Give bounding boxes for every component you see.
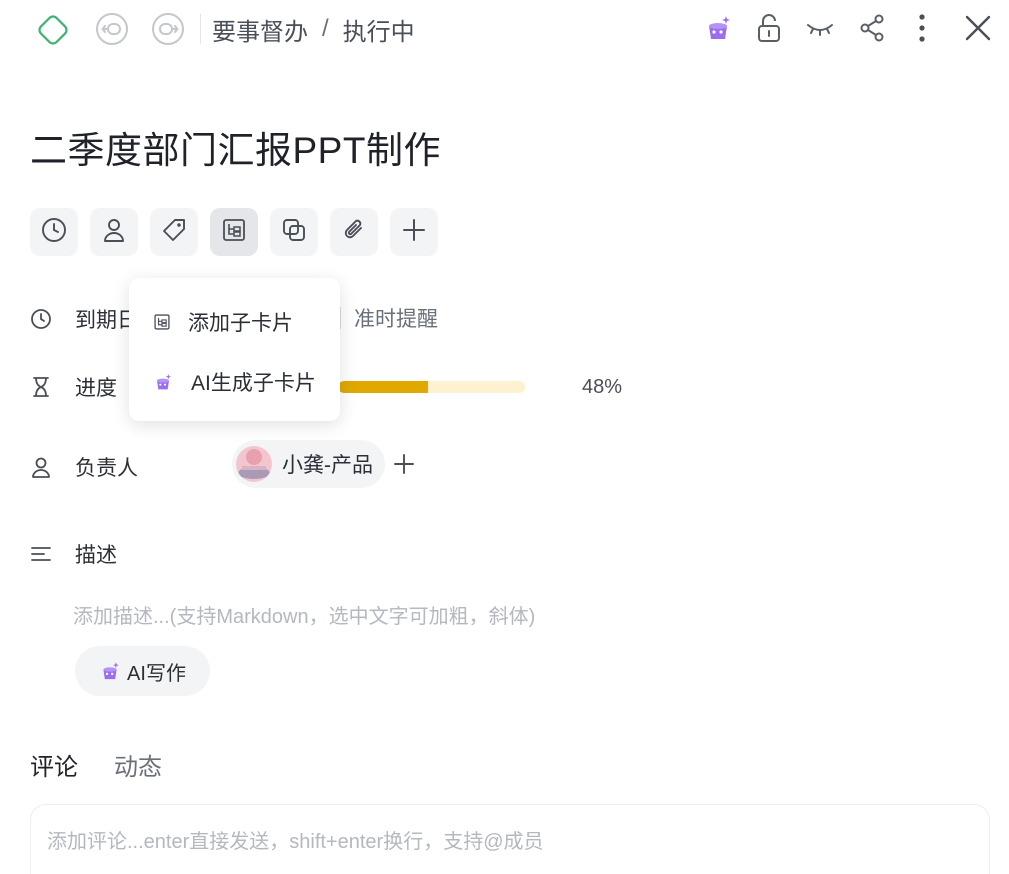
assignee-label: 负责人 <box>75 457 138 480</box>
unlock-icon[interactable] <box>755 12 783 44</box>
remind-divider <box>340 307 341 329</box>
user-icon <box>30 456 52 478</box>
user-icon <box>101 217 127 248</box>
ai-wand-icon <box>153 372 173 392</box>
progress-fill <box>338 381 428 393</box>
subcard-icon <box>153 313 171 331</box>
comment-input[interactable]: 添加评论...enter直接发送，shift+enter换行，支持@成员 <box>30 804 990 874</box>
ai-wand-icon[interactable] <box>703 13 733 43</box>
back-icon[interactable] <box>95 12 129 46</box>
progress-row: 进度 <box>30 372 117 402</box>
progress-bar[interactable] <box>338 381 525 393</box>
more-icon[interactable] <box>910 12 934 44</box>
remind-option[interactable]: 准时提醒 <box>340 303 438 333</box>
forward-icon[interactable] <box>151 12 185 46</box>
clock-icon <box>30 308 52 330</box>
assignee-name: 小龚-产品 <box>282 454 373 477</box>
subcard-icon <box>221 217 247 248</box>
description-input[interactable]: 添加描述...(支持Markdown，选中文字可加粗，斜体) <box>73 600 535 629</box>
due-date-row[interactable]: 到期日 <box>30 304 138 334</box>
tag-icon <box>161 217 187 248</box>
remind-label: 准时提醒 <box>354 308 438 331</box>
add-subcard-label: 添加子卡片 <box>188 312 293 335</box>
breadcrumb: 要事督办 / 执行中 <box>212 12 415 47</box>
diamond-icon[interactable] <box>34 11 72 49</box>
assignee-button[interactable] <box>90 208 138 256</box>
add-assignee-icon[interactable] <box>393 453 415 475</box>
add-property-button[interactable] <box>390 208 438 256</box>
copy-icon <box>281 217 307 248</box>
copy-button[interactable] <box>270 208 318 256</box>
progress-label: 进度 <box>75 377 117 400</box>
ai-write-label: AI写作 <box>127 662 186 685</box>
align-left-icon <box>30 543 52 565</box>
task-title[interactable]: 二季度部门汇报PPT制作 <box>30 120 441 174</box>
header-divider <box>200 14 201 44</box>
attachment-icon <box>341 217 367 248</box>
attachment-button[interactable] <box>330 208 378 256</box>
property-toolbar <box>30 208 438 256</box>
top-bar: 要事督办 / 执行中 <box>0 0 1009 58</box>
activity-tabs: 评论 动态 <box>30 747 162 782</box>
assignee-row: 负责人 <box>30 452 138 482</box>
ai-generate-subcard-label: AI生成子卡片 <box>191 372 316 395</box>
ai-write-button[interactable]: AI写作 <box>75 646 210 696</box>
due-date-button[interactable] <box>30 208 78 256</box>
eye-closed-icon[interactable] <box>804 15 836 41</box>
close-icon[interactable] <box>962 12 994 44</box>
avatar <box>236 446 272 482</box>
breadcrumb-parent[interactable]: 要事督办 <box>212 12 308 47</box>
clock-icon <box>41 217 67 248</box>
description-row: 描述 <box>30 539 117 569</box>
subcard-menu: 添加子卡片 AI生成子卡片 <box>129 278 340 421</box>
description-label: 描述 <box>75 544 117 567</box>
tag-button[interactable] <box>150 208 198 256</box>
ai-wand-icon <box>99 660 121 682</box>
assignee-chip[interactable]: 小龚-产品 <box>232 440 385 488</box>
breadcrumb-current[interactable]: 执行中 <box>343 12 415 47</box>
plus-icon <box>401 217 427 248</box>
tab-comments[interactable]: 评论 <box>30 747 78 782</box>
tab-activity[interactable]: 动态 <box>114 747 162 782</box>
progress-value: 48% <box>582 376 623 398</box>
subcard-button[interactable] <box>210 208 258 256</box>
breadcrumb-separator: / <box>322 15 329 42</box>
hourglass-icon <box>30 376 52 398</box>
share-icon[interactable] <box>857 12 887 44</box>
ai-generate-subcard-menu-item[interactable]: AI生成子卡片 <box>129 357 340 407</box>
add-subcard-menu-item[interactable]: 添加子卡片 <box>129 297 340 347</box>
